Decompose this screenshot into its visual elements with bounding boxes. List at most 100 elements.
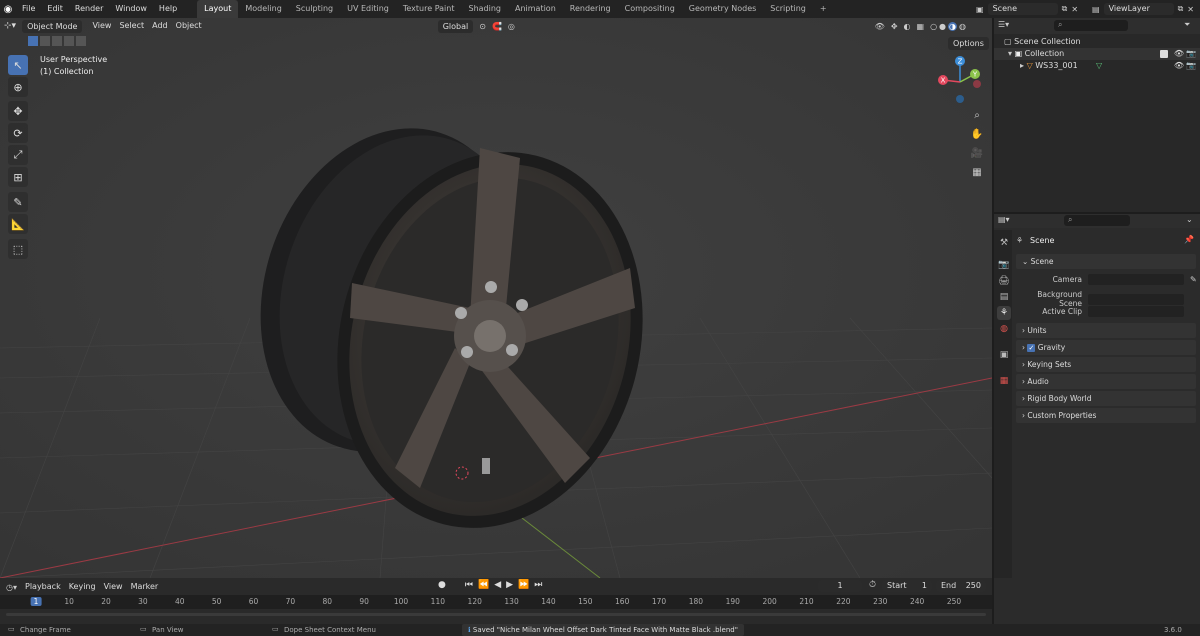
play-icon[interactable]: ▶ [506,580,513,590]
view-layer-selector[interactable]: ViewLayer [1103,3,1174,15]
select-extend-icon[interactable] [40,36,50,46]
rendered-shading-icon[interactable]: ◍ [959,22,966,31]
scene-icon[interactable]: ▣ [976,5,984,14]
timeline-menu-marker[interactable]: Marker [127,580,163,594]
gizmo-toggle-icon[interactable]: ✥ [891,22,898,31]
3d-viewport[interactable]: ⊹▾ Object Mode View Select Add Object Globa… [0,18,992,578]
mode-selector[interactable]: Object Mode [22,19,83,33]
scene-tab-icon[interactable]: ⚘ [997,306,1011,320]
jump-end-icon[interactable]: ⏭ [534,580,542,590]
rotate-tool[interactable]: ⟳ [8,123,28,143]
xray-toggle-icon[interactable]: ▦ [917,22,925,31]
filter-icon[interactable]: ⏷ [1184,20,1190,30]
options-button[interactable]: Options [948,37,989,50]
camera-render-icon[interactable]: 📷 [1186,60,1196,72]
select-box-tool[interactable]: ↖ [8,55,28,75]
exclude-checkbox[interactable] [1160,50,1168,58]
gravity-checkbox[interactable]: ✓ [1027,344,1036,352]
jump-keyframe-back-icon[interactable]: ⏪ [478,580,489,590]
delete-scene-icon[interactable]: ✕ [1071,5,1078,14]
annotate-tool[interactable]: ✎ [8,192,28,212]
tab-scripting[interactable]: Scripting [763,0,813,18]
background-scene-field[interactable] [1088,293,1184,305]
outliner-search-input[interactable] [1054,20,1128,31]
end-frame-field[interactable]: End 250 [936,580,986,592]
pivot-icon[interactable]: ⊙ [479,22,486,31]
active-clip-field[interactable] [1088,306,1184,317]
keying-sets-panel[interactable]: › Keying Sets [1016,357,1196,372]
select-new-icon[interactable] [28,36,38,46]
blender-logo-icon[interactable]: ◉ [0,4,16,15]
timeline-editor-icon[interactable]: ◷▾ [6,583,17,592]
rigid-body-world-panel[interactable]: › Rigid Body World [1016,391,1196,406]
wireframe-shading-icon[interactable]: ○ [930,22,937,31]
camera-view-icon[interactable]: 🎥 [969,145,985,161]
select-subtract-icon[interactable] [52,36,62,46]
measure-tool[interactable]: 📐 [8,214,28,234]
scene-section-header[interactable]: ⌄ Scene [1016,254,1196,269]
scene-selector[interactable]: Scene [987,3,1058,15]
custom-properties-panel[interactable]: › Custom Properties [1016,408,1196,423]
tab-texture-paint[interactable]: Texture Paint [396,0,462,18]
eyedropper-icon[interactable]: ✎ [1190,275,1197,284]
zoom-icon[interactable]: ⌕ [969,107,985,123]
collapse-icon[interactable]: ⌄ [1186,215,1193,224]
jump-keyframe-forward-icon[interactable]: ⏩ [518,580,529,590]
scrollbar[interactable] [6,613,986,616]
render-tab-icon[interactable]: 📷 [997,258,1011,272]
menu-edit[interactable]: Edit [41,4,69,13]
view-layer-tab-icon[interactable]: ▤ [997,290,1011,304]
outliner-row-scene-collection[interactable]: ▢ Scene Collection [994,36,1200,48]
visibility-icon[interactable]: 👁 [875,22,885,31]
snap-icon[interactable]: 🧲 [492,22,502,31]
properties-editor-icon[interactable]: ▤▾ [998,215,1010,224]
tab-geometry-nodes[interactable]: Geometry Nodes [682,0,763,18]
record-icon[interactable]: ● [438,580,446,590]
viewport-menu-object[interactable]: Object [172,19,206,33]
frame-ruler[interactable]: 1 10 20 30 40 50 60 70 80 90 100 110 120 130 140 150 160… [0,595,992,609]
camera-field[interactable] [1088,274,1184,285]
pan-hand-icon[interactable]: ✋ [969,126,985,142]
texture-tab-icon[interactable]: ▦ [997,374,1011,388]
material-shading-icon[interactable]: ◑ [948,21,958,31]
overlay-toggle-icon[interactable]: ◐ [904,22,911,31]
properties-search-input[interactable] [1064,215,1130,226]
viewport-menu-view[interactable]: View [88,19,115,33]
menu-render[interactable]: Render [69,4,109,13]
tab-modeling[interactable]: Modeling [238,0,288,18]
audio-panel[interactable]: › Audio [1016,374,1196,389]
output-tab-icon[interactable]: 🖨 [997,274,1011,288]
perspective-grid-icon[interactable]: ▦ [969,164,985,180]
expand-icon[interactable]: ▾ [1008,49,1012,58]
tab-compositing[interactable]: Compositing [618,0,682,18]
shading-modes[interactable]: ○ ● ◑ ◍ [930,21,966,31]
select-intersect-icon[interactable] [76,36,86,46]
jump-start-icon[interactable]: ⏮ [465,580,473,590]
scale-tool[interactable]: ⤢ [8,145,28,165]
camera-render-icon[interactable]: 📷 [1186,48,1196,60]
tab-shading[interactable]: Shading [461,0,508,18]
stopwatch-icon[interactable]: ⏱ [869,580,876,590]
tab-animation[interactable]: Animation [508,0,563,18]
cursor-tool[interactable]: ⊕ [8,77,28,97]
tab-layout[interactable]: Layout [197,0,239,18]
tab-rendering[interactable]: Rendering [563,0,618,18]
play-reverse-icon[interactable]: ◀ [494,580,501,590]
gravity-panel[interactable]: › ✓ Gravity [1016,340,1196,355]
tool-tab-icon[interactable]: ⚒ [997,236,1011,250]
select-invert-icon[interactable] [64,36,74,46]
move-tool[interactable]: ✥ [8,101,28,121]
menu-help[interactable]: Help [153,4,183,13]
proportional-edit-icon[interactable]: ◎ [508,22,515,31]
expand-icon[interactable]: ▸ [1020,61,1024,70]
pin-icon[interactable]: 📌 [1184,235,1194,244]
viewport-menu-select[interactable]: Select [115,19,148,33]
eye-icon[interactable]: 👁 [1174,48,1184,60]
outliner-row-object[interactable]: ▸ ▽ WS33_001 ▽ 👁 📷 [994,60,1200,72]
timeline-menu-view[interactable]: View [100,580,127,594]
add-workspace-button[interactable]: + [813,0,834,18]
view-layer-icon[interactable]: ▤ [1092,5,1100,14]
transform-tool[interactable]: ⊞ [8,167,28,187]
current-frame-field[interactable]: 1 [818,580,862,592]
world-tab-icon[interactable]: ◍ [997,322,1011,336]
